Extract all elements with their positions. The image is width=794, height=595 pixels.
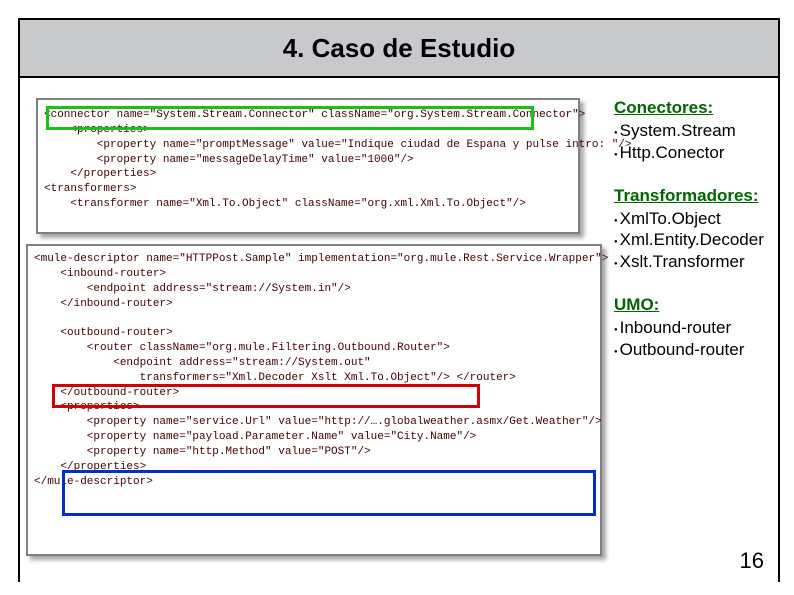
slide: 4. Caso de Estudio <connector name="Syst… (0, 0, 794, 595)
slide-title: 4. Caso de Estudio (283, 33, 516, 64)
highlight-blue (62, 470, 596, 516)
heading-transformadores: Transformadores: (614, 186, 772, 206)
slide-number: 16 (730, 542, 774, 580)
list-item: Http.Conector (614, 142, 772, 164)
sidebar: Conectores: System.Stream Http.Conector … (610, 78, 778, 582)
list-transformadores: XmlTo.Object Xml.Entity.Decoder Xslt.Tra… (614, 208, 772, 273)
highlight-green (46, 106, 534, 130)
title-bar: 4. Caso de Estudio (20, 20, 778, 78)
code-descriptor: <mule-descriptor name="HTTPPost.Sample" … (28, 246, 600, 496)
list-umo: Inbound-router Outbound-router (614, 317, 772, 361)
list-item: XmlTo.Object (614, 208, 772, 230)
list-item: System.Stream (614, 120, 772, 142)
list-item: Xml.Entity.Decoder (614, 229, 772, 251)
list-item: Outbound-router (614, 339, 772, 361)
list-conectores: System.Stream Http.Conector (614, 120, 772, 164)
highlight-red (52, 384, 480, 408)
list-item: Inbound-router (614, 317, 772, 339)
slide-body: <connector name="System.Stream.Connector… (20, 78, 778, 582)
heading-conectores: Conectores: (614, 98, 772, 118)
list-item: Xslt.Transformer (614, 251, 772, 273)
heading-umo: UMO: (614, 295, 772, 315)
slide-frame: 4. Caso de Estudio <connector name="Syst… (18, 18, 780, 582)
